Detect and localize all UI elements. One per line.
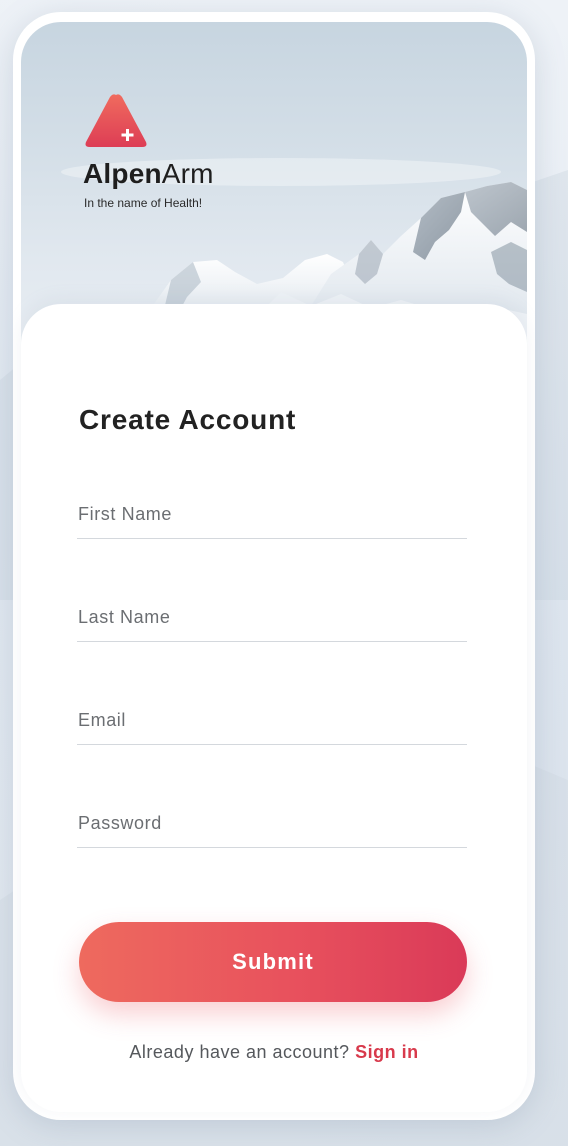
phone-frame: AlpenArm In the name of Health! Create A…: [13, 12, 535, 1120]
signin-prompt-text: Already have an account?: [129, 1042, 350, 1062]
email-field: [77, 700, 468, 745]
password-field: [77, 803, 468, 848]
email-input[interactable]: [77, 700, 468, 740]
last-name-input[interactable]: [77, 597, 468, 637]
brand-tagline: In the name of Health!: [84, 196, 203, 210]
first-name-field: [77, 494, 468, 539]
submit-button[interactable]: Submit: [79, 922, 467, 1002]
signup-card: Create Account Submit Already have an ac…: [21, 304, 527, 1112]
brand-name: AlpenArm: [83, 158, 214, 190]
signin-prompt: Already have an account? Sign in: [21, 1042, 527, 1063]
red-triangle-plus-icon: [85, 94, 147, 147]
signin-link[interactable]: Sign in: [355, 1042, 419, 1062]
brand-name-bold: Alpen: [83, 158, 162, 189]
page-title: Create Account: [79, 404, 297, 435]
brand-name-light: Arm: [161, 158, 214, 189]
first-name-input[interactable]: [77, 494, 468, 534]
last-name-field: [77, 597, 468, 642]
password-input[interactable]: [77, 803, 468, 843]
